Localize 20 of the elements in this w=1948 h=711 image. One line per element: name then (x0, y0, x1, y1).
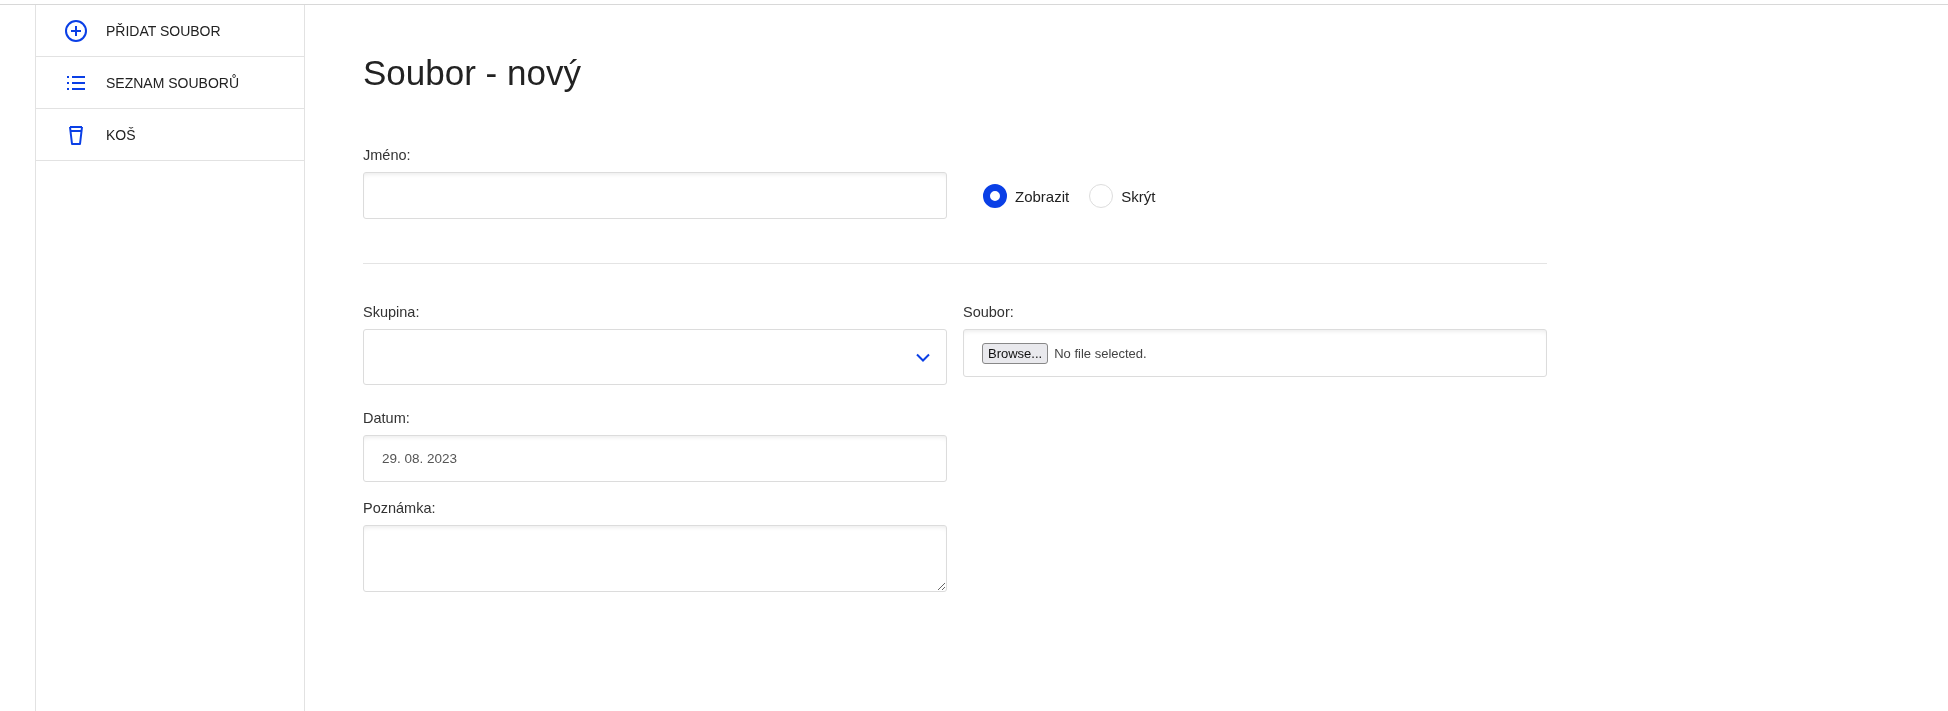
field-label: Datum: (363, 410, 411, 426)
name-input[interactable] (363, 172, 947, 219)
file-input[interactable]: Browse... No file selected. (963, 329, 1547, 377)
field-label: Skupina: (363, 304, 421, 320)
browse-button[interactable]: Browse... (982, 342, 1049, 364)
chevron-down-icon (916, 352, 930, 362)
add-icon (64, 18, 88, 43)
field-label: Poznámka: (363, 500, 437, 516)
radio-option[interactable]: Zobrazit (983, 184, 1070, 208)
file-status: No file selected. (1054, 345, 1147, 361)
radio-option[interactable]: Skrýt (1089, 184, 1156, 208)
page-title: Soubor - nový (363, 52, 582, 94)
date-input[interactable]: 29. 08. 2023 (363, 435, 947, 482)
radio-label: Skrýt (1121, 187, 1156, 205)
field-label: Soubor: (963, 304, 1015, 320)
note-textarea[interactable] (363, 525, 947, 592)
radio-label: Zobrazit (1015, 187, 1070, 205)
field-label: Jméno: (363, 147, 412, 163)
radio-button[interactable] (983, 184, 1007, 208)
group-select[interactable] (363, 329, 947, 385)
